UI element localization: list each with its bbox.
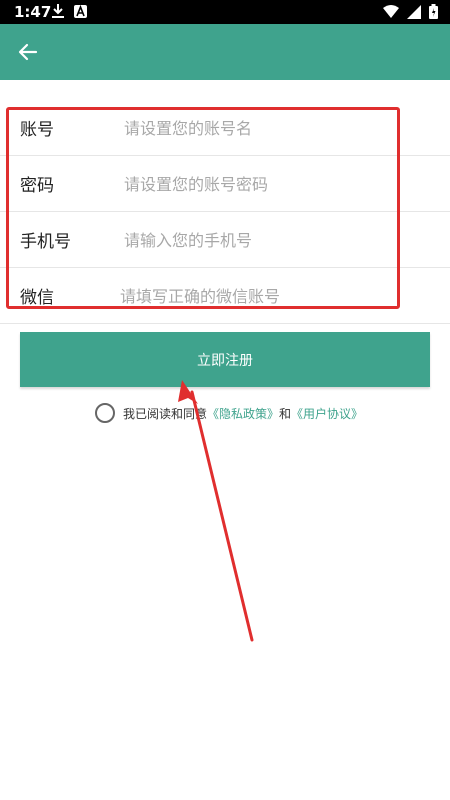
password-row: 密码 — [0, 156, 450, 212]
agreement-prefix: 我已阅读和同意 — [123, 406, 208, 421]
account-label: 账号 — [20, 120, 54, 140]
user-agreement-link[interactable]: 《用户协议》 — [291, 405, 363, 422]
wechat-row: 微信 — [0, 268, 450, 324]
signal-icon — [407, 4, 421, 19]
app-a-icon — [74, 4, 87, 18]
privacy-policy-link[interactable]: 《隐私政策》 — [207, 405, 279, 422]
account-row: 账号 — [0, 100, 450, 156]
status-left-icons — [52, 4, 87, 18]
wifi-icon — [383, 4, 399, 18]
agree-radio[interactable] — [95, 403, 115, 423]
phone-input[interactable] — [122, 222, 426, 258]
download-icon — [52, 4, 64, 18]
register-button[interactable]: 立即注册 — [20, 332, 430, 387]
agreement-row: 我已阅读和同意 《隐私政策》 和 《用户协议》 — [95, 403, 363, 423]
status-right-icons — [383, 4, 438, 19]
status-bar: 1:47 — [0, 0, 450, 24]
password-input[interactable] — [122, 166, 426, 202]
back-button[interactable] — [14, 38, 42, 66]
battery-icon — [429, 4, 438, 19]
account-input[interactable] — [122, 110, 426, 146]
status-time: 1:47 — [14, 3, 52, 21]
registration-form: 账号 密码 手机号 微信 — [0, 100, 450, 324]
app-bar — [0, 24, 450, 80]
phone-row: 手机号 — [0, 212, 450, 268]
phone-label: 手机号 — [20, 232, 71, 252]
password-label: 密码 — [20, 176, 54, 196]
agreement-connector: 和 — [279, 406, 292, 421]
arrow-left-icon — [18, 43, 38, 61]
wechat-label: 微信 — [20, 288, 54, 308]
wechat-input[interactable] — [118, 278, 422, 314]
